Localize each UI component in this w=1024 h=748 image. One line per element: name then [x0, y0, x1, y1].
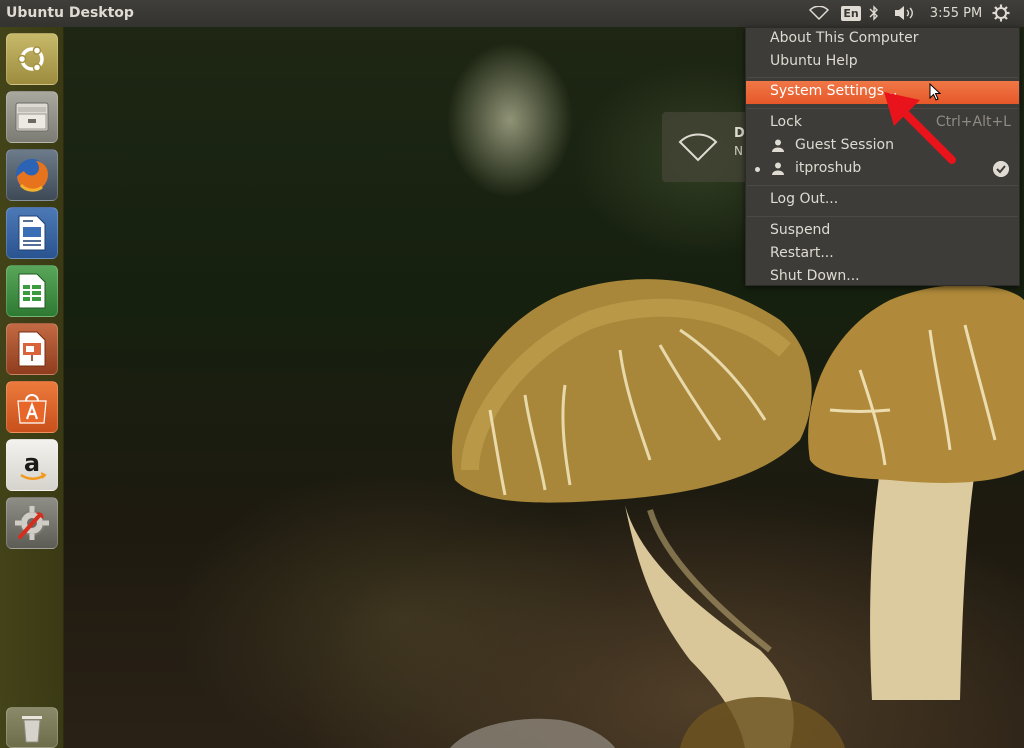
menu-item-label: Lock [770, 114, 802, 130]
menu-item-label: Suspend [770, 222, 831, 238]
annotation-arrow-icon [884, 92, 956, 164]
top-panel: Ubuntu Desktop En 3:55 PM [0, 0, 1024, 27]
session-indicator[interactable] [990, 2, 1012, 24]
menu-log-out[interactable]: Log Out... [746, 189, 1019, 212]
launcher-trash[interactable] [6, 707, 58, 748]
file-cabinet-icon [15, 102, 49, 132]
volume-icon [895, 6, 913, 20]
svg-text:a: a [24, 449, 40, 477]
bluetooth-indicator[interactable] [866, 2, 882, 24]
menu-item-label: System Settings... [770, 83, 898, 99]
menu-item-label: Restart... [770, 245, 834, 261]
wifi-icon [678, 133, 718, 162]
launcher-libreoffice-calc[interactable] [6, 265, 58, 317]
launcher-software-center[interactable] [6, 381, 58, 433]
launcher-amazon[interactable]: a [6, 439, 58, 491]
menu-separator [747, 185, 1018, 186]
spreadsheet-icon [18, 273, 46, 309]
menu-item-label: Shut Down... [770, 268, 860, 284]
menu-shut-down[interactable]: Shut Down... [746, 266, 1019, 289]
launcher-firefox[interactable] [6, 149, 58, 201]
keyboard-language-indicator[interactable]: En [840, 2, 862, 24]
wifi-indicator[interactable] [808, 2, 830, 24]
clock[interactable]: 3:55 PM [928, 2, 984, 24]
settings-wrench-icon [15, 506, 49, 540]
document-writer-icon [18, 215, 46, 251]
active-user-bullet-icon [755, 167, 760, 172]
checkmark-icon [993, 161, 1009, 177]
launcher-ubuntu-dash[interactable] [6, 33, 58, 85]
notification-body: N [734, 144, 743, 158]
user-icon [772, 139, 784, 152]
menu-separator [747, 77, 1018, 78]
menu-separator [747, 216, 1018, 217]
launcher-files[interactable] [6, 91, 58, 143]
menu-about-this-computer[interactable]: About This Computer [746, 28, 1019, 51]
wifi-icon [809, 6, 829, 20]
mouse-cursor-icon [929, 83, 941, 101]
menu-item-label: About This Computer [770, 30, 919, 46]
amazon-icon: a [20, 449, 47, 480]
firefox-icon [16, 159, 48, 192]
menu-item-label: Log Out... [770, 191, 839, 207]
launcher-libreoffice-impress[interactable] [6, 323, 58, 375]
launcher-system-settings[interactable] [6, 497, 58, 549]
launcher-libreoffice-writer[interactable] [6, 207, 58, 259]
gear-icon [992, 4, 1010, 22]
menu-suspend[interactable]: Suspend [746, 220, 1019, 243]
bluetooth-icon [869, 5, 878, 21]
presentation-icon [18, 331, 46, 367]
menu-ubuntu-help[interactable]: Ubuntu Help [746, 51, 1019, 74]
trash-icon [22, 715, 42, 742]
window-title: Ubuntu Desktop [6, 5, 134, 21]
notification-title: D [734, 126, 745, 141]
menu-item-label: itproshub [795, 160, 862, 176]
menu-restart[interactable]: Restart... [746, 243, 1019, 266]
language-label: En [841, 5, 861, 21]
shopping-bag-icon [17, 394, 47, 424]
user-icon [772, 162, 784, 175]
ubuntu-logo-icon [17, 46, 44, 72]
volume-indicator[interactable] [892, 2, 918, 24]
launcher: a [0, 27, 64, 748]
menu-item-label: Ubuntu Help [770, 53, 858, 69]
